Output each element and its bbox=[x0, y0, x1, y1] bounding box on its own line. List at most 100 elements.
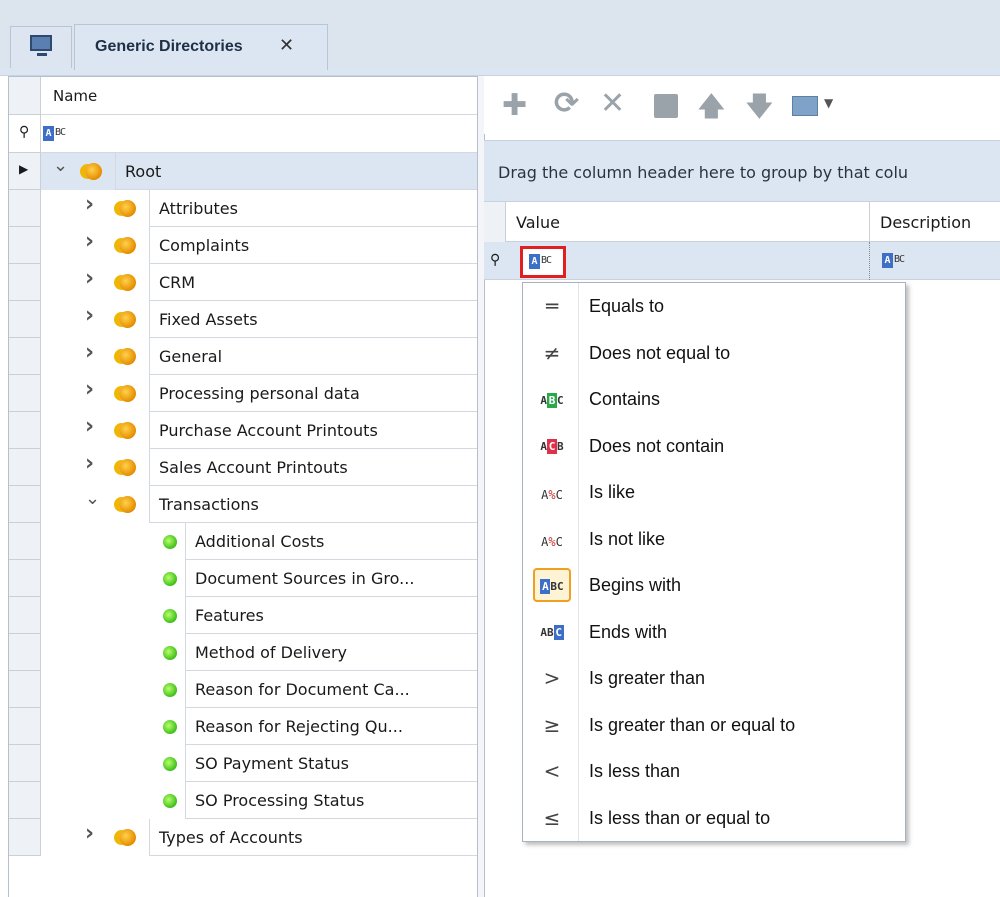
tree-node-row[interactable]: › Processing personal data bbox=[9, 375, 477, 412]
tree-node-row[interactable]: › Sales Account Printouts bbox=[9, 449, 477, 486]
tree-leaf-row[interactable]: SO Processing Status bbox=[9, 782, 477, 819]
tree-leaf-row[interactable]: Reason for Document Ca... bbox=[9, 671, 477, 708]
tree-node-row[interactable]: ⌄ Transactions bbox=[9, 486, 477, 523]
leaf-node-icon bbox=[163, 646, 177, 660]
tree-leaf-row[interactable]: Document Sources in Gro... bbox=[9, 560, 477, 597]
collapse-chevron-icon[interactable]: ⌄ bbox=[53, 155, 68, 176]
menu-item-label: Does not contain bbox=[589, 435, 725, 456]
folder-node-icon bbox=[85, 163, 102, 180]
expand-chevron-icon[interactable]: › bbox=[85, 414, 94, 439]
menu-item[interactable]: AB C Ends with bbox=[523, 609, 905, 656]
menu-item[interactable]: ≠ Does not equal to bbox=[523, 330, 905, 377]
row-indicator[interactable] bbox=[9, 227, 41, 264]
row-indicator[interactable] bbox=[9, 782, 41, 819]
tree-node-label: Reason for Rejecting Qu... bbox=[195, 717, 403, 736]
menu-item[interactable]: A B C Contains bbox=[523, 376, 905, 423]
menu-item[interactable]: A%C Is like bbox=[523, 469, 905, 516]
row-indicator[interactable]: ▶ bbox=[9, 153, 41, 190]
row-indicator[interactable] bbox=[9, 375, 41, 412]
tree-filter-cell[interactable]: A BC bbox=[41, 115, 477, 153]
expand-chevron-icon[interactable]: › bbox=[85, 821, 94, 846]
export-dropdown-chevron-icon[interactable]: ▼ bbox=[824, 96, 833, 110]
export-icon[interactable] bbox=[792, 96, 818, 116]
row-indicator[interactable] bbox=[9, 560, 41, 597]
group-by-area[interactable]: Drag the column header here to group by … bbox=[484, 140, 1000, 202]
menu-item[interactable]: ≤ Is less than or equal to bbox=[523, 795, 905, 842]
row-indicator[interactable] bbox=[9, 264, 41, 301]
tree-node-row[interactable]: › CRM bbox=[9, 264, 477, 301]
name-column-header[interactable]: Name bbox=[41, 77, 477, 115]
row-indicator[interactable] bbox=[9, 449, 41, 486]
description-filter-cell[interactable]: A BC bbox=[870, 242, 1000, 280]
menu-item-label: Begins with bbox=[589, 575, 682, 595]
row-indicator[interactable] bbox=[9, 819, 41, 856]
expand-chevron-icon[interactable]: › bbox=[85, 229, 94, 254]
leaf-node-icon bbox=[163, 572, 177, 586]
row-indicator[interactable] bbox=[9, 338, 41, 375]
row-indicator[interactable] bbox=[9, 301, 41, 338]
tree-node-label: Purchase Account Printouts bbox=[159, 421, 378, 440]
menu-item[interactable]: ≥ Is greater than or equal to bbox=[523, 702, 905, 749]
close-icon[interactable]: ✕ bbox=[279, 35, 294, 56]
tree-leaf-row[interactable]: Reason for Rejecting Qu... bbox=[9, 708, 477, 745]
row-indicator[interactable] bbox=[9, 597, 41, 634]
menu-item[interactable]: ═ Equals to bbox=[523, 283, 905, 330]
row-indicator[interactable] bbox=[9, 412, 41, 449]
expand-chevron-icon[interactable]: › bbox=[85, 192, 94, 217]
tree-node-row[interactable]: › Complaints bbox=[9, 227, 477, 264]
panel-splitter[interactable] bbox=[478, 76, 484, 897]
menu-item[interactable]: A%C Is not like bbox=[523, 516, 905, 563]
tree-node-label: Sales Account Printouts bbox=[159, 458, 348, 477]
tree-node-row[interactable]: › Types of Accounts bbox=[9, 819, 477, 856]
tree-node-label: Additional Costs bbox=[195, 532, 325, 551]
move-up-icon[interactable]: 🡅 bbox=[698, 88, 725, 132]
menu-item[interactable]: A BC Begins with bbox=[523, 562, 905, 609]
does-not-contain-icon: ACB bbox=[540, 439, 564, 454]
move-down-icon[interactable]: 🡇 bbox=[746, 88, 773, 132]
delete-icon[interactable]: ✕ bbox=[600, 86, 625, 121]
value-filter-operator-button[interactable]: A BC bbox=[520, 246, 566, 278]
folder-node-icon bbox=[119, 237, 136, 254]
collapse-chevron-icon[interactable]: ⌄ bbox=[85, 488, 100, 509]
leaf-node-icon bbox=[163, 609, 177, 623]
begins-with-icon[interactable]: A BC bbox=[882, 252, 910, 270]
tree-node-label: General bbox=[159, 347, 223, 366]
menu-item[interactable]: < Is less than bbox=[523, 748, 905, 795]
save-icon[interactable] bbox=[654, 94, 678, 118]
tree-leaf-row[interactable]: SO Payment Status bbox=[9, 745, 477, 782]
expand-chevron-icon[interactable]: › bbox=[85, 377, 94, 402]
home-tab[interactable] bbox=[10, 26, 72, 68]
expand-chevron-icon[interactable]: › bbox=[85, 340, 94, 365]
tab-generic-directories[interactable]: Generic Directories ✕ bbox=[74, 24, 328, 70]
expand-chevron-icon[interactable]: › bbox=[85, 451, 94, 476]
expand-chevron-icon[interactable]: › bbox=[85, 266, 94, 291]
expand-chevron-icon[interactable]: › bbox=[85, 303, 94, 328]
tree-node-label: Types of Accounts bbox=[159, 828, 303, 847]
current-row-arrow-icon: ▶ bbox=[19, 162, 29, 176]
tree-leaf-row[interactable]: Method of Delivery bbox=[9, 634, 477, 671]
greater-than-icon: > bbox=[543, 666, 561, 690]
tree-node-row[interactable]: › Fixed Assets bbox=[9, 301, 477, 338]
tree-node-row[interactable]: › Purchase Account Printouts bbox=[9, 412, 477, 449]
tree-leaf-row[interactable]: Features bbox=[9, 597, 477, 634]
row-indicator[interactable] bbox=[9, 745, 41, 782]
row-indicator[interactable] bbox=[9, 708, 41, 745]
row-indicator[interactable] bbox=[9, 671, 41, 708]
row-indicator[interactable] bbox=[9, 486, 41, 523]
tree-node-label: Transactions bbox=[159, 495, 259, 514]
like-icon: A%C bbox=[541, 488, 563, 502]
value-column-header[interactable]: Value bbox=[506, 202, 870, 242]
menu-item[interactable]: A C B Does not contain bbox=[523, 423, 905, 470]
description-column-header[interactable]: Description bbox=[870, 202, 1000, 242]
refresh-icon[interactable]: ⟳ bbox=[554, 86, 579, 121]
tree-node-row[interactable]: › General bbox=[9, 338, 477, 375]
tree-leaf-row[interactable]: Additional Costs bbox=[9, 523, 477, 560]
menu-item[interactable]: > Is greater than bbox=[523, 655, 905, 702]
tree-node-row[interactable]: › Attributes bbox=[9, 190, 477, 227]
row-indicator[interactable] bbox=[9, 523, 41, 560]
row-indicator[interactable] bbox=[9, 190, 41, 227]
add-icon[interactable]: ✚ bbox=[502, 88, 527, 123]
row-indicator[interactable] bbox=[9, 634, 41, 671]
begins-with-operator-icon[interactable]: A BC bbox=[43, 125, 71, 143]
tree-node-row[interactable]: ▶ ⌄ Root bbox=[9, 153, 477, 190]
